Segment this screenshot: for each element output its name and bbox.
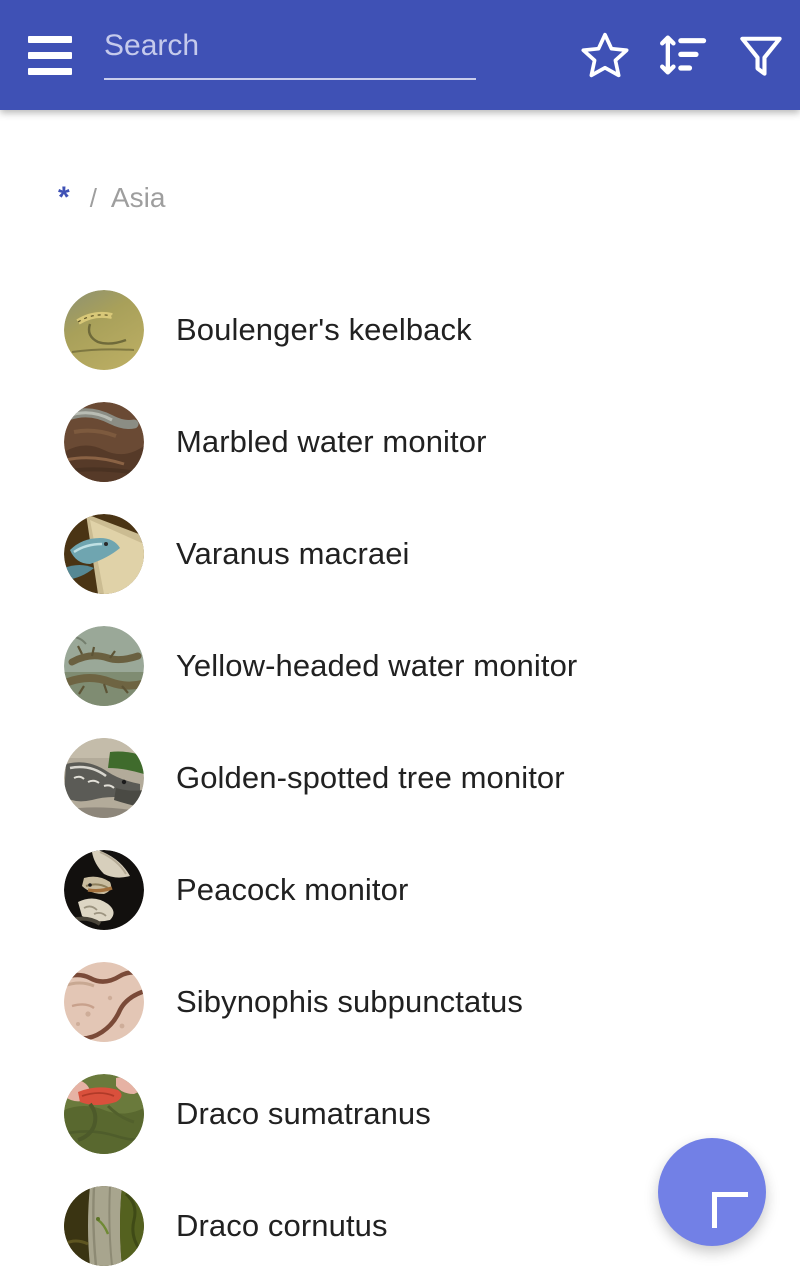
sort-button[interactable] bbox=[644, 16, 722, 94]
snake-olive-thumb bbox=[64, 290, 144, 370]
list-item-label: Yellow-headed water monitor bbox=[176, 648, 578, 683]
star-outline-icon bbox=[579, 29, 631, 81]
list-item-label: Sibynophis subpunctatus bbox=[176, 984, 523, 1019]
breadcrumb-current[interactable]: Asia bbox=[111, 182, 165, 214]
monitor-dark-thumb bbox=[64, 850, 144, 930]
breadcrumb: * / Asia bbox=[52, 172, 165, 224]
app-bar-actions bbox=[566, 0, 800, 110]
list-item-label: Peacock monitor bbox=[176, 872, 409, 907]
breadcrumb-separator: / bbox=[89, 182, 97, 213]
list-item-label: Boulenger's keelback bbox=[176, 312, 472, 347]
list-item-label: Golden-spotted tree monitor bbox=[176, 760, 565, 795]
species-list: Boulenger's keelback Marbled water monit… bbox=[0, 274, 800, 1280]
monitor-green-thumb bbox=[64, 626, 144, 706]
list-item[interactable]: Yellow-headed water monitor bbox=[0, 610, 800, 722]
sort-icon bbox=[657, 29, 709, 81]
list-item[interactable]: Peacock monitor bbox=[0, 834, 800, 946]
hamburger-bar bbox=[28, 35, 72, 43]
list-item-label: Draco sumatranus bbox=[176, 1096, 431, 1131]
draco-bark-thumb bbox=[64, 1186, 144, 1266]
favorites-button[interactable] bbox=[566, 16, 644, 94]
hamburger-menu-icon[interactable] bbox=[28, 33, 84, 77]
draco-red-thumb bbox=[64, 1074, 144, 1154]
filter-button[interactable] bbox=[722, 16, 800, 94]
monitor-brown-thumb bbox=[64, 402, 144, 482]
list-item[interactable]: Sibynophis subpunctatus bbox=[0, 946, 800, 1058]
app-bar bbox=[0, 0, 800, 110]
hamburger-bar bbox=[28, 51, 72, 59]
search-underline bbox=[104, 78, 476, 80]
hamburger-bar bbox=[28, 67, 72, 75]
snake-pink-thumb bbox=[64, 962, 144, 1042]
add-button[interactable] bbox=[658, 1138, 766, 1246]
list-item[interactable]: Golden-spotted tree monitor bbox=[0, 722, 800, 834]
breadcrumb-root[interactable]: * bbox=[52, 183, 76, 213]
list-item[interactable]: Varanus macraei bbox=[0, 498, 800, 610]
monitor-grey-thumb bbox=[64, 738, 144, 818]
search-field[interactable] bbox=[104, 24, 476, 86]
list-item[interactable]: Marbled water monitor bbox=[0, 386, 800, 498]
monitor-blue-thumb bbox=[64, 514, 144, 594]
app-root: * / Asia bbox=[0, 0, 800, 1280]
list-item[interactable]: Boulenger's keelback bbox=[0, 274, 800, 386]
search-input[interactable] bbox=[104, 26, 476, 76]
list-item-label: Draco cornutus bbox=[176, 1208, 388, 1243]
list-item-label: Marbled water monitor bbox=[176, 424, 487, 459]
list-item-label: Varanus macraei bbox=[176, 536, 410, 571]
filter-funnel-icon bbox=[735, 29, 787, 81]
